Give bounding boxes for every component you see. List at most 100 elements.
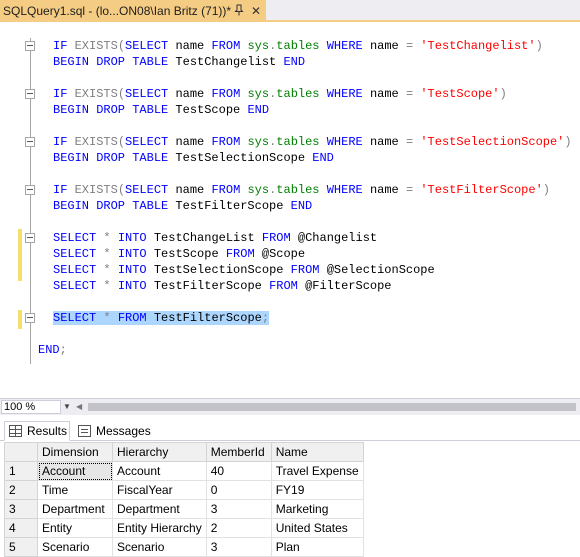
code-token: ( xyxy=(117,39,126,53)
code-token: ( xyxy=(117,87,126,101)
collapse-icon[interactable] xyxy=(25,185,35,195)
code-token: INTO xyxy=(117,263,154,277)
grid-cell[interactable]: Marketing xyxy=(270,499,364,519)
grid-cell[interactable]: 3 xyxy=(205,537,272,557)
code-token: IF xyxy=(53,183,75,197)
horizontal-scrollbar[interactable] xyxy=(88,403,576,411)
results-grid[interactable]: Dimension Hierarchy MemberId Name 1 Accou… xyxy=(4,442,364,557)
collapse-icon[interactable] xyxy=(25,233,35,243)
code-token: = xyxy=(405,183,421,197)
code-line[interactable]: SELECT * FROM TestFilterScope; xyxy=(53,310,270,326)
code-token: TestFilterScope xyxy=(153,311,262,325)
code-line[interactable]: BEGIN DROP TABLE TestScope END xyxy=(53,102,269,118)
tab-messages[interactable]: Messages xyxy=(74,421,152,441)
table-row[interactable]: 4 Entity Entity Hierarchy 2 United States xyxy=(4,518,364,538)
collapse-icon[interactable] xyxy=(25,89,35,99)
sql-editor[interactable]: IF EXISTS(SELECT name FROM sys.tables WH… xyxy=(0,24,580,398)
grid-cell[interactable]: Account xyxy=(112,461,207,481)
code-line[interactable]: SELECT * INTO TestChangeList FROM @Chang… xyxy=(53,230,377,246)
row-number[interactable]: 5 xyxy=(4,537,38,557)
collapse-icon[interactable] xyxy=(25,313,35,323)
pin-icon[interactable] xyxy=(233,4,245,18)
code-token: IF xyxy=(53,135,75,149)
code-token: FROM xyxy=(261,231,298,245)
grid-cell[interactable]: 3 xyxy=(205,499,272,519)
tab-results[interactable]: Results xyxy=(4,421,70,441)
row-number[interactable]: 3 xyxy=(4,499,38,519)
close-tab-icon[interactable]: ✕ xyxy=(250,4,262,18)
grid-cell[interactable]: Travel Expense xyxy=(270,461,364,481)
code-token: ; xyxy=(59,343,67,357)
code-token: SELECT xyxy=(53,311,104,325)
code-token: FROM xyxy=(225,247,262,261)
table-row[interactable]: 1 Account Account 40 Travel Expense xyxy=(4,461,364,481)
row-number-header[interactable] xyxy=(4,442,38,462)
grid-cell[interactable]: Entity Hierarchy xyxy=(112,518,207,538)
code-token: sys xyxy=(247,183,270,197)
code-text: IF EXISTS(SELECT name FROM sys.tables WH… xyxy=(53,135,572,149)
code-line[interactable]: SELECT * INTO TestScope FROM @Scope xyxy=(53,246,305,262)
grid-cell[interactable]: Plan xyxy=(270,537,364,557)
code-token: ) xyxy=(564,135,572,149)
grid-cell[interactable]: Scenario xyxy=(112,537,207,557)
code-token: SELECT xyxy=(125,87,176,101)
code-token: EXISTS xyxy=(74,39,118,53)
code-line[interactable]: BEGIN DROP TABLE TestFilterScope END xyxy=(53,198,312,214)
grid-cell[interactable]: United States xyxy=(270,518,364,538)
code-token: = xyxy=(405,39,421,53)
code-token: SELECT xyxy=(125,39,176,53)
row-number[interactable]: 2 xyxy=(4,480,38,500)
zoom-dropdown[interactable]: 100 % xyxy=(1,400,61,414)
code-token: tables xyxy=(276,39,327,53)
grid-cell[interactable]: Account xyxy=(37,461,113,481)
grid-cell[interactable]: Time xyxy=(37,480,113,500)
code-line[interactable]: BEGIN DROP TABLE TestChangelist END xyxy=(53,54,305,70)
change-marker xyxy=(18,229,22,281)
grid-cell[interactable]: FiscalYear xyxy=(112,480,207,500)
code-text: SELECT * INTO TestFilterScope FROM @Filt… xyxy=(53,279,392,293)
code-line[interactable]: IF EXISTS(SELECT name FROM sys.tables WH… xyxy=(53,134,572,150)
column-header-name[interactable]: Name xyxy=(270,442,364,462)
code-text: BEGIN DROP TABLE TestSelectionScope END xyxy=(53,151,334,165)
table-row[interactable]: 3 Department Department 3 Marketing xyxy=(4,499,364,519)
scroll-left-icon[interactable]: ◀ xyxy=(76,401,86,413)
code-line[interactable]: IF EXISTS(SELECT name FROM sys.tables WH… xyxy=(53,182,550,198)
code-line[interactable]: SELECT * INTO TestSelectionScope FROM @S… xyxy=(53,262,435,278)
table-row[interactable]: 2 Time FiscalYear 0 FY19 xyxy=(4,480,364,500)
code-token: ) xyxy=(542,183,550,197)
row-number[interactable]: 4 xyxy=(4,518,38,538)
code-line[interactable]: END; xyxy=(38,342,67,358)
grid-cell[interactable]: 2 xyxy=(205,518,272,538)
column-header-dimension[interactable]: Dimension xyxy=(37,442,113,462)
code-token: TestScope xyxy=(153,247,226,261)
grid-cell[interactable]: Scenario xyxy=(37,537,113,557)
code-token: @SelectionScope xyxy=(326,263,435,277)
grid-cell[interactable]: Department xyxy=(112,499,207,519)
code-token: name xyxy=(175,183,212,197)
code-token: FROM xyxy=(290,263,327,277)
chevron-down-icon[interactable]: ▼ xyxy=(63,400,73,414)
grid-cell[interactable]: 0 xyxy=(205,480,272,500)
grid-cell[interactable]: FY19 xyxy=(270,480,364,500)
code-line[interactable]: SELECT * INTO TestFilterScope FROM @Filt… xyxy=(53,278,392,294)
grid-cell[interactable]: Department xyxy=(37,499,113,519)
code-line[interactable]: BEGIN DROP TABLE TestSelectionScope END xyxy=(53,150,334,166)
grid-cell[interactable]: 40 xyxy=(205,461,272,481)
code-token: WHERE xyxy=(326,39,370,53)
column-header-hierarchy[interactable]: Hierarchy xyxy=(112,442,207,462)
collapse-icon[interactable] xyxy=(25,41,35,51)
table-row[interactable]: 5 Scenario Scenario 3 Plan xyxy=(4,537,364,557)
code-token: = xyxy=(405,135,421,149)
code-line[interactable]: IF EXISTS(SELECT name FROM sys.tables WH… xyxy=(53,86,507,102)
messages-icon xyxy=(78,425,91,437)
collapse-icon[interactable] xyxy=(25,137,35,147)
code-line[interactable]: IF EXISTS(SELECT name FROM sys.tables WH… xyxy=(53,38,543,54)
code-token: ) xyxy=(499,87,507,101)
grid-cell[interactable]: Entity xyxy=(37,518,113,538)
column-header-memberid[interactable]: MemberId xyxy=(205,442,272,462)
query-document-tab[interactable]: SQLQuery1.sql - (lo...ON08\Ian Britz (71… xyxy=(0,0,266,22)
code-token: @Changelist xyxy=(297,231,378,245)
row-number[interactable]: 1 xyxy=(4,461,38,481)
code-token: EXISTS xyxy=(74,135,118,149)
results-grid-icon xyxy=(9,425,22,437)
